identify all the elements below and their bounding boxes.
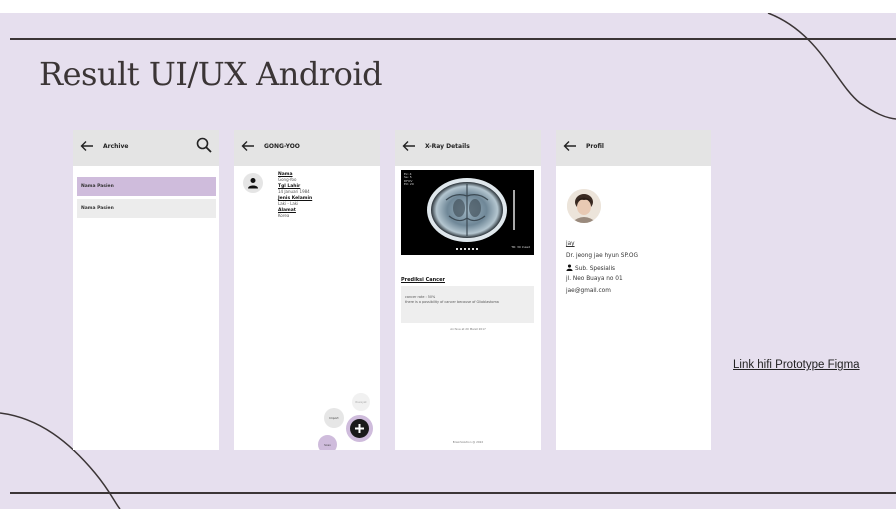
profile-username: jay xyxy=(566,241,575,247)
xray-image[interactable]: Ex: 4 Se: 5 DFOV EX: 20 TR: 30 Inxed xyxy=(401,170,534,255)
profile-appbar: Profil xyxy=(556,130,711,166)
back-arrow-icon[interactable] xyxy=(79,138,95,154)
figma-prototype-link[interactable]: Link hifi Prototype Figma xyxy=(733,358,873,372)
xray-appbar: X-Ray Details xyxy=(395,130,541,166)
profile-doctor: Dr. jeong jae hyun SP.OG xyxy=(566,253,638,259)
field-name: Nama Gong-Yoo xyxy=(278,172,297,182)
slide-title: Result UI/UX Android xyxy=(39,55,383,93)
archive-appbar: Archive xyxy=(73,130,219,166)
xray-screen: X-Ray Details Ex: 4 Se: 5 DFOV EX: 20 TR… xyxy=(395,130,541,450)
person-icon xyxy=(566,264,573,271)
profile-photo-image xyxy=(567,189,601,223)
person-icon xyxy=(248,178,258,189)
prediction-label: Prediksi Cancer xyxy=(401,277,445,283)
back-arrow-icon[interactable] xyxy=(240,138,256,154)
profile-title: Profil xyxy=(586,143,604,150)
archived-note: Archive at 20 Maret 2017 xyxy=(450,327,486,331)
patient-title: GONG-YOO xyxy=(264,143,300,150)
xray-title: X-Ray Details xyxy=(425,143,470,150)
field-gender: Jenis Kelamin Laki - Laki xyxy=(278,196,313,206)
field-birthdate: Tgl Lahir 14 Januari 1984 xyxy=(278,184,310,194)
patient-appbar: GONG-YOO xyxy=(234,130,380,166)
patient-list-item[interactable]: Nama Pasien xyxy=(77,177,216,196)
add-fab[interactable] xyxy=(346,415,373,442)
patient-screen: GONG-YOO Nama Gong-Yoo Tgl Lahir 14 Januar… xyxy=(234,130,380,450)
field-address: Alamat Korea xyxy=(278,208,296,218)
brain-scan-image xyxy=(427,178,515,250)
archive-title: Archive xyxy=(103,143,129,150)
avatar xyxy=(243,173,263,193)
profile-screen: Profil jay Dr. jeong jae hyun SP.OG Sub.… xyxy=(556,130,711,450)
plus-icon xyxy=(355,424,364,433)
profile-specialty: Sub. Spesialis xyxy=(566,264,615,272)
back-arrow-icon[interactable] xyxy=(562,138,578,154)
back-arrow-icon[interactable] xyxy=(401,138,417,154)
profile-email: jae@gmail.com xyxy=(566,288,611,294)
slide: Result UI/UX Android Archive Nama Pasien… xyxy=(0,13,896,509)
import-button[interactable]: Import xyxy=(324,408,344,428)
scan-button[interactable]: Scan xyxy=(318,435,337,450)
xray-meta: Ex: 4 Se: 5 DFOV EX: 20 xyxy=(404,172,414,187)
search-icon[interactable] xyxy=(195,136,213,154)
profile-avatar[interactable] xyxy=(567,189,601,223)
xray-meta-corner: TR: 30 Inxed xyxy=(511,245,530,249)
patient-list-item[interactable]: Nama Pasien xyxy=(77,199,216,218)
history-button[interactable]: Riwayat xyxy=(352,393,370,411)
prediction-box: cancer rate : 50% there is a possibility… xyxy=(401,286,534,323)
archive-screen: Archive Nama Pasien Nama Pasien xyxy=(73,130,219,450)
footer-text: BrainSolution @ 2022 xyxy=(452,440,484,444)
profile-address: jl. Neo Buaya no 01 xyxy=(566,276,623,282)
